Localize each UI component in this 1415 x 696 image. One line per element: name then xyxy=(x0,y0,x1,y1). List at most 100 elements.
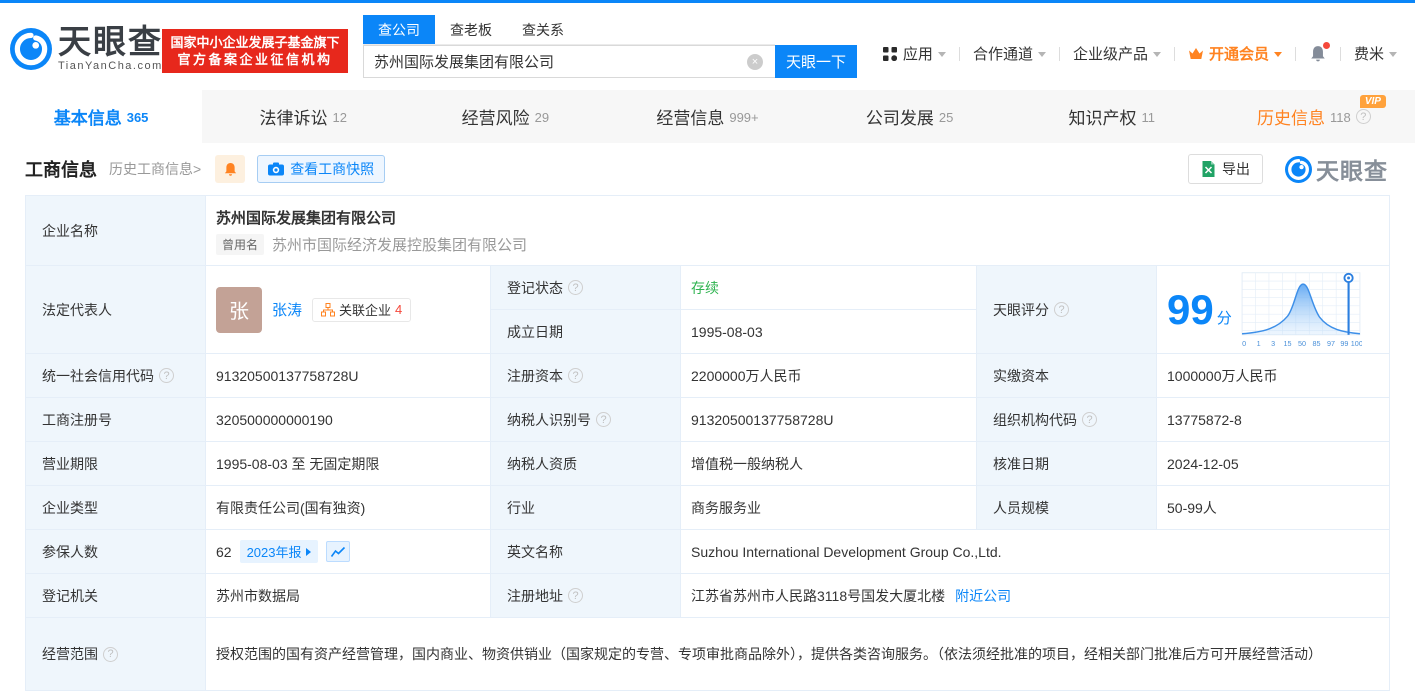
field-label-staff-size: 人员规模 xyxy=(977,486,1157,530)
chevron-down-icon xyxy=(937,52,946,57)
tianyancha-watermark-icon xyxy=(1285,155,1312,183)
field-label-taxpayer-id: 纳税人识别号 ? xyxy=(491,398,681,442)
table-row-company-name: 企业名称 苏州国际发展集团有限公司 曾用名 苏州市国际经济发展控股集团有限公司 xyxy=(26,196,1389,266)
field-value-taxpayer-id: 91320500137758728U xyxy=(681,398,977,442)
help-icon[interactable]: ? xyxy=(568,588,583,603)
subscribe-bell-button[interactable] xyxy=(215,155,246,183)
help-icon[interactable]: ? xyxy=(568,368,583,383)
view-business-snapshot-button[interactable]: 查看工商快照 xyxy=(257,155,386,183)
page: 天眼查 TianYanCha.com 国家中小企业发展子基金旗下 官方备案企业征… xyxy=(0,0,1415,696)
section-bar: 工商信息 历史工商信息> 查看工商快照 导出 天眼查 xyxy=(25,143,1390,195)
legal-rep-avatar[interactable]: 张 xyxy=(216,286,262,333)
chevron-down-icon xyxy=(1389,52,1397,57)
tab-company-development[interactable]: 公司发展 25 xyxy=(809,90,1011,143)
nav-apps-label: 应用 xyxy=(902,46,933,63)
help-icon[interactable]: ? xyxy=(159,368,174,383)
tianyancha-logo[interactable]: 天眼查 TianYanCha.com xyxy=(10,25,163,72)
help-icon[interactable]: ? xyxy=(1355,109,1371,124)
tab-label: 基本信息 xyxy=(53,109,122,128)
registration-status-value: 存续 xyxy=(691,279,719,296)
top-nav: 应用 合作通道 企业级产品 开通会员 费米 xyxy=(882,41,1397,64)
help-icon[interactable]: ? xyxy=(1082,412,1097,427)
legal-rep-name-link[interactable]: 张涛 xyxy=(272,299,302,320)
tab-count: 11 xyxy=(1141,110,1156,125)
insured-trend-chart-button[interactable] xyxy=(325,541,350,562)
tab-label: 历史信息 xyxy=(1257,109,1326,128)
field-label-industry: 行业 xyxy=(491,486,681,530)
chevron-down-icon xyxy=(1152,52,1161,57)
search-block: 查公司 查老板 查关系 × 天眼一下 xyxy=(363,15,857,78)
search-tab-relation[interactable]: 查关系 xyxy=(507,15,579,44)
tab-count: 29 xyxy=(534,110,550,125)
former-name-line: 曾用名 苏州市国际经济发展控股集团有限公司 xyxy=(216,233,527,255)
help-icon[interactable]: ? xyxy=(103,646,118,662)
help-icon[interactable]: ? xyxy=(568,280,583,295)
field-value-credit-code: 91320500137758728U xyxy=(206,354,491,398)
field-value-approval-date: 2024-12-05 xyxy=(1157,442,1389,486)
field-value-industry: 商务服务业 xyxy=(681,486,977,530)
help-icon[interactable]: ? xyxy=(1054,302,1069,317)
search-tab-company[interactable]: 查公司 xyxy=(363,15,435,44)
field-value-insured-count: 62 2023年报 xyxy=(206,530,491,574)
nav-enterprise-label: 企业级产品 xyxy=(1072,46,1148,63)
bell-icon xyxy=(224,162,236,176)
nav-open-membership[interactable]: 开通会员 xyxy=(1188,43,1282,64)
annual-report-badge[interactable]: 2023年报 xyxy=(239,540,318,563)
field-label-reg-number: 工商注册号 xyxy=(26,398,206,442)
history-business-info-link[interactable]: 历史工商信息> xyxy=(109,159,201,179)
table-row-business-scope: 经营范围 ? 授权范围的国有资产经营管理，国内商业、物资供销业（国家规定的专营、… xyxy=(26,618,1389,690)
tab-label: 经营风险 xyxy=(461,109,530,128)
tab-intellectual-property[interactable]: 知识产权 11 xyxy=(1011,90,1213,143)
search-input[interactable] xyxy=(363,45,775,78)
company-detail-tabs: 基本信息 365 法律诉讼 12 经营风险 29 经营信息 999+ 公司发展 … xyxy=(0,90,1415,143)
tab-basic-info[interactable]: 基本信息 365 xyxy=(0,90,203,143)
field-label-paid-capital: 实缴资本 xyxy=(977,354,1157,398)
tab-operation-risk[interactable]: 经营风险 29 xyxy=(404,90,606,143)
watermark-text: 天眼查 xyxy=(1316,158,1388,184)
clear-search-icon[interactable]: × xyxy=(747,54,763,70)
related-companies-label: 关联企业 xyxy=(339,303,392,318)
tab-label: 经营信息 xyxy=(656,109,725,128)
related-companies-badge[interactable]: 关联企业 4 xyxy=(312,297,412,322)
search-tab-boss[interactable]: 查老板 xyxy=(435,15,507,44)
search-tabs: 查公司 查老板 查关系 xyxy=(363,15,775,45)
nav-partner-channel[interactable]: 合作通道 xyxy=(973,43,1046,64)
field-value-tianyan-score: 99 分 0 1 3 15 50 85 97 99 100 xyxy=(1157,266,1389,354)
brand-watermark: 天眼查 xyxy=(1285,152,1388,186)
score-unit: 分 xyxy=(1216,310,1232,327)
field-value-company-name: 苏州国际发展集团有限公司 曾用名 苏州市国际经济发展控股集团有限公司 xyxy=(206,196,1389,266)
notifications-bell[interactable] xyxy=(1309,41,1330,63)
tab-history-info[interactable]: VIP 历史信息 118 ? xyxy=(1213,90,1415,143)
field-label-approval-date: 核准日期 xyxy=(977,442,1157,486)
export-button[interactable]: 导出 xyxy=(1188,154,1263,184)
field-label-legal-rep: 法定代表人 xyxy=(26,266,206,354)
field-label-credit-code: 统一社会信用代码 ? xyxy=(26,354,206,398)
header: 天眼查 TianYanCha.com 国家中小企业发展子基金旗下 官方备案企业征… xyxy=(0,3,1415,90)
svg-text:0: 0 xyxy=(1242,339,1246,348)
tab-business-info[interactable]: 经营信息 999+ xyxy=(606,90,808,143)
former-name-badge: 曾用名 xyxy=(216,233,265,255)
table-row-business-term: 营业期限 1995-08-03 至 无固定期限 纳税人资质 增值税一般纳税人 核… xyxy=(26,442,1389,486)
search-row: × 天眼一下 xyxy=(363,45,857,78)
field-label-establish-date: 成立日期 xyxy=(491,310,681,354)
tab-legal-litigation[interactable]: 法律诉讼 12 xyxy=(202,90,404,143)
snapshot-button-label: 查看工商快照 xyxy=(290,161,375,177)
field-value-company-type: 有限责任公司(国有独资) xyxy=(206,486,491,530)
export-button-label: 导出 xyxy=(1222,161,1250,177)
tianyancha-logo-icon xyxy=(10,27,52,70)
help-icon[interactable]: ? xyxy=(596,412,611,427)
tab-label: 法律诉讼 xyxy=(259,109,328,128)
logo-name: 天眼查 xyxy=(58,23,163,60)
score-bell-curve-chart: 0 1 3 15 50 85 97 99 100 xyxy=(1241,271,1362,348)
nav-enterprise-products[interactable]: 企业级产品 xyxy=(1073,43,1161,64)
nearby-companies-link[interactable]: 附近公司 xyxy=(955,586,1011,606)
company-name: 苏州国际发展集团有限公司 xyxy=(216,209,397,227)
field-label-company-name: 企业名称 xyxy=(26,196,206,266)
nav-user-menu[interactable]: 费米 xyxy=(1354,43,1397,64)
search-button[interactable]: 天眼一下 xyxy=(775,45,857,78)
nav-apps[interactable]: 应用 xyxy=(882,43,946,64)
crown-icon xyxy=(1188,48,1203,59)
score-value: 99 xyxy=(1167,285,1214,333)
field-value-paid-capital: 1000000万人民币 xyxy=(1157,354,1389,398)
field-value-reg-authority: 苏州市数据局 xyxy=(206,574,491,618)
